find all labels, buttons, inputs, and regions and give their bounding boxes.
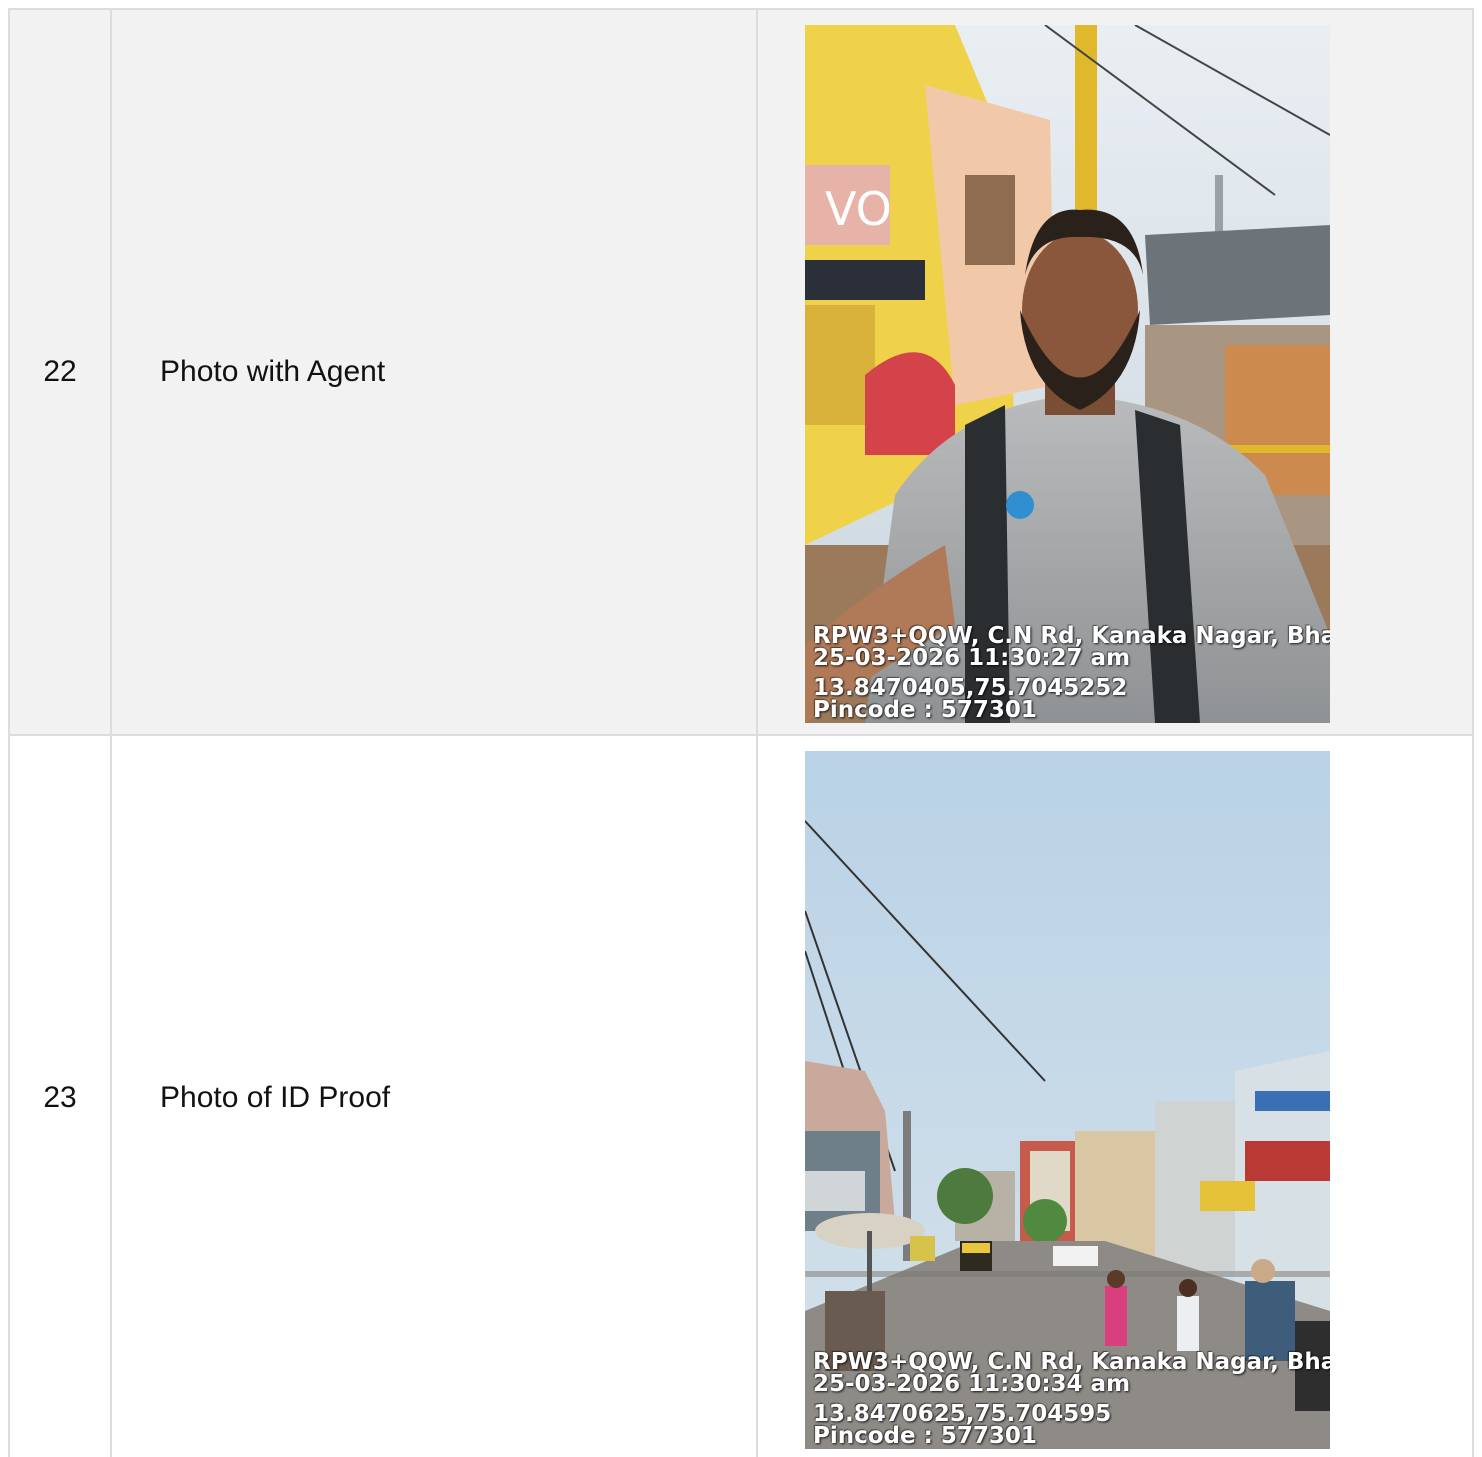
photo-stamp: RPW3+QQW, C.N Rd, Kanaka Nagar, Bhadr 25… bbox=[813, 623, 1330, 723]
street-photo-art bbox=[805, 751, 1330, 1449]
table-row: 23 Photo of ID Proof RPW3+QQW, C.N Rd, K… bbox=[8, 734, 1474, 1457]
photo-cell: VO RPW3+QQW, C.N Rd, Kanaka Nagar, Bhadr… bbox=[756, 8, 1474, 736]
stamp-datetime: 25-03-2026 11:30:34 am bbox=[813, 1371, 1131, 1397]
stamp-datetime: 25-03-2026 11:30:27 am bbox=[813, 645, 1131, 671]
stamp-pincode: Pincode : 577301 bbox=[813, 1423, 1037, 1449]
selfie-photo: VO RPW3+QQW, C.N Rd, Kanaka Nagar, Bhadr… bbox=[805, 25, 1330, 723]
table-row: 22 Photo with Agent VO RPW3+QQW, C.N Rd,… bbox=[8, 8, 1474, 736]
photo-cell: RPW3+QQW, C.N Rd, Kanaka Nagar, Bhadr 25… bbox=[756, 734, 1474, 1457]
selfie-photo-art: VO bbox=[805, 25, 1330, 723]
row-number: 23 bbox=[8, 734, 112, 1457]
stamp-address: RPW3+QQW, C.N Rd, Kanaka Nagar, Bhadr bbox=[813, 623, 1330, 649]
evidence-table: 22 Photo with Agent VO RPW3+QQW, C.N Rd,… bbox=[8, 8, 1474, 1457]
document-page: 22 Photo with Agent VO RPW3+QQW, C.N Rd,… bbox=[8, 8, 1474, 1457]
stamp-pincode: Pincode : 577301 bbox=[813, 697, 1037, 723]
stamp-coordinates: 13.8470625,75.704595 bbox=[813, 1401, 1112, 1427]
row-label: Photo of ID Proof bbox=[110, 734, 758, 1457]
street-photo: RPW3+QQW, C.N Rd, Kanaka Nagar, Bhadr 25… bbox=[805, 751, 1330, 1449]
svg-text:VO: VO bbox=[825, 182, 892, 236]
photo-stamp: RPW3+QQW, C.N Rd, Kanaka Nagar, Bhadr 25… bbox=[813, 1349, 1330, 1449]
stamp-address: RPW3+QQW, C.N Rd, Kanaka Nagar, Bhadr bbox=[813, 1349, 1330, 1375]
row-number: 22 bbox=[8, 8, 112, 736]
stamp-coordinates: 13.8470405,75.7045252 bbox=[813, 675, 1128, 701]
row-label: Photo with Agent bbox=[110, 8, 758, 736]
